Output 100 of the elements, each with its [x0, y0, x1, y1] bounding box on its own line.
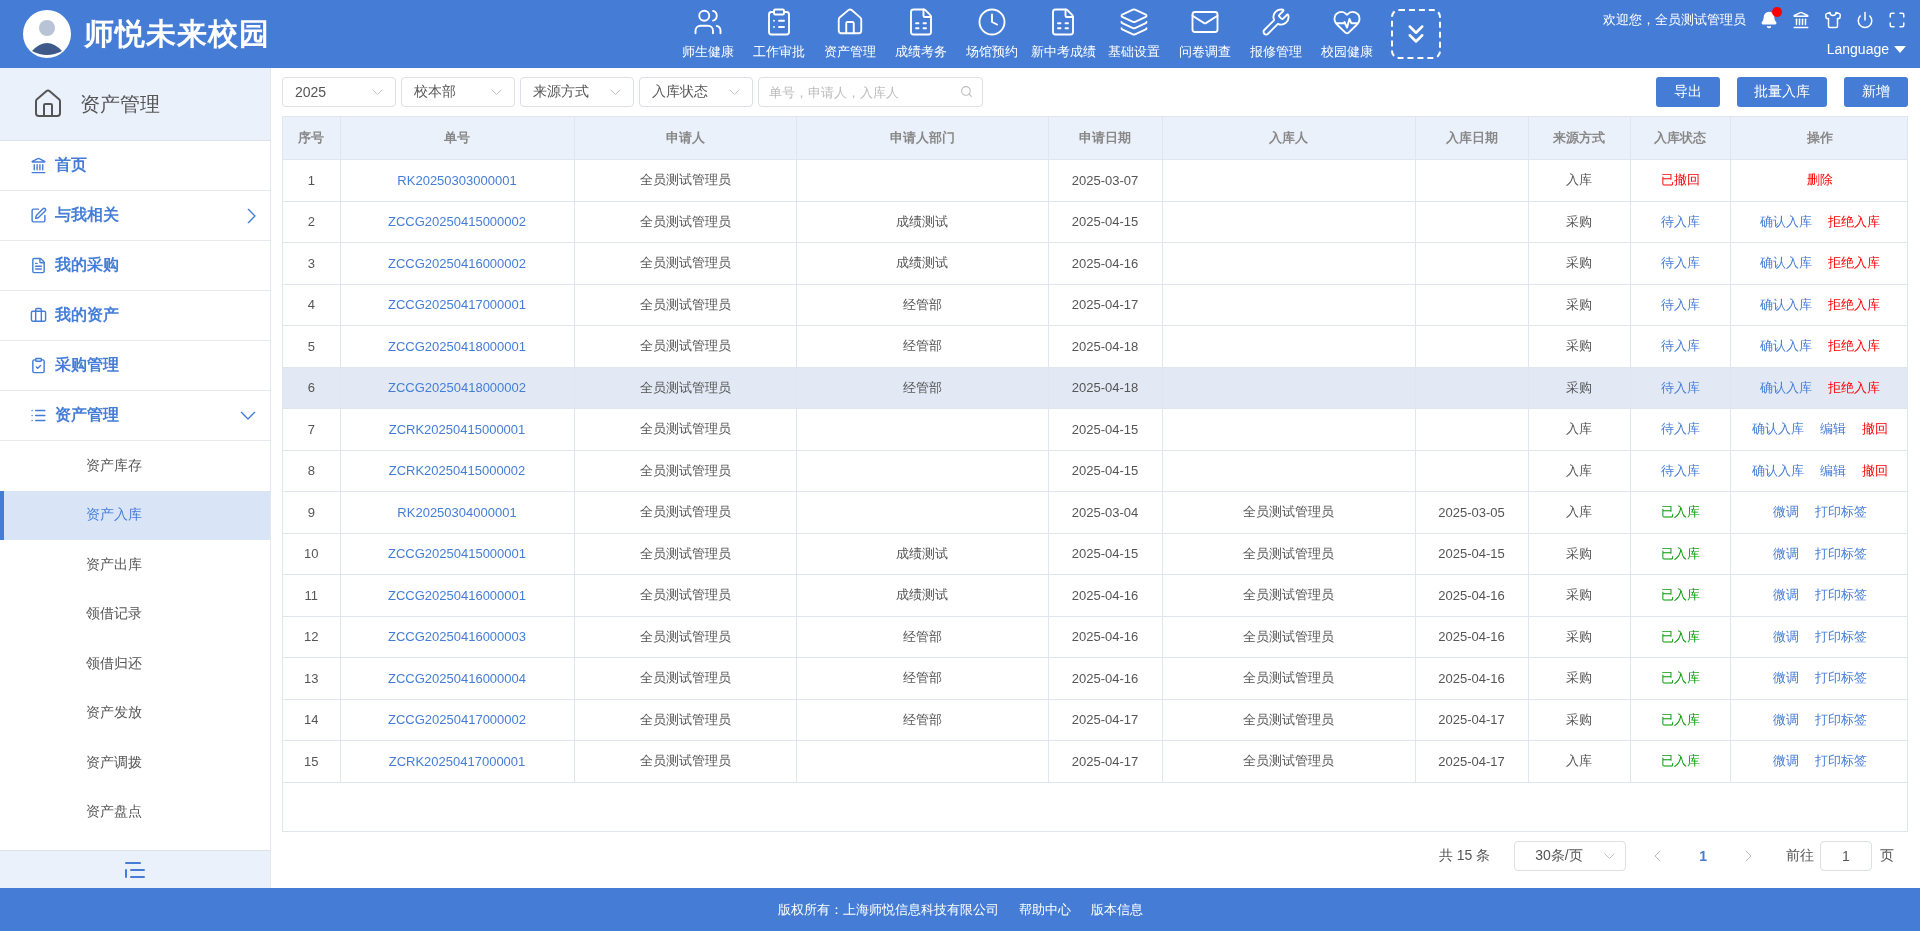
toolbar-button[interactable]: 批量入库	[1737, 77, 1827, 107]
order-link[interactable]: ZCRK20250417000001	[388, 753, 526, 769]
order-link[interactable]: ZCCG20250415000001	[387, 546, 527, 562]
nav-item[interactable]: 问卷调查	[1169, 7, 1241, 61]
action-link[interactable]: 确认入库	[1759, 337, 1812, 356]
order-link[interactable]: ZCRK20250415000002	[388, 463, 526, 479]
action-link[interactable]: 撤回	[1861, 461, 1888, 480]
action-link[interactable]: 微调	[1772, 627, 1799, 646]
order-link[interactable]: ZCCG20250415000002	[387, 214, 527, 230]
more-button[interactable]	[1390, 9, 1441, 59]
submenu-item[interactable]: 资产出库	[0, 540, 270, 590]
submenu-item[interactable]: 资产盘点	[0, 787, 270, 837]
table-row[interactable]: 10 ZCCG20250415000001 全员测试管理员 成绩测试 2025-04-15 全员测试管理员 2025-04-15 采购 已入库 微调 打印标签	[283, 533, 1907, 575]
table-row[interactable]: 5 ZCCG20250418000001 全员测试管理员 经管部 2025-04-18 采购 待入库 确认入库 拒绝入库	[283, 325, 1907, 367]
order-link[interactable]: ZCCG20250416000002	[387, 255, 527, 271]
table-row[interactable]: 4 ZCCG20250417000001 全员测试管理员 经管部 2025-04-17 采购 待入库 确认入库 拒绝入库	[283, 284, 1907, 326]
order-link[interactable]: ZCCG20250418000001	[387, 338, 527, 354]
action-link[interactable]: 拒绝入库	[1827, 337, 1880, 356]
table-row[interactable]: 13 ZCCG20250416000004 全员测试管理员 经管部 2025-04-16 全员测试管理员 2025-04-16 采购 已入库 微调 打印标签	[283, 657, 1907, 699]
action-link[interactable]: 拒绝入库	[1827, 254, 1880, 273]
action-link[interactable]: 微调	[1772, 752, 1799, 771]
action-link[interactable]: 删除	[1806, 171, 1833, 190]
table-row[interactable]: 3 ZCCG20250416000002 全员测试管理员 成绩测试 2025-04-16 采购 待入库 确认入库 拒绝入库	[283, 242, 1907, 284]
nav-item[interactable]: 成绩考务	[885, 7, 957, 61]
action-link[interactable]: 确认入库	[1759, 295, 1812, 314]
action-link[interactable]: 打印标签	[1814, 503, 1867, 522]
submenu-item[interactable]: 资产入库	[0, 490, 270, 540]
order-link[interactable]: ZCCG20250418000002	[387, 380, 527, 396]
action-link[interactable]: 打印标签	[1814, 544, 1867, 563]
filter-select[interactable]: 校本部	[401, 77, 515, 107]
action-link[interactable]: 打印标签	[1814, 752, 1867, 771]
sidebar-item[interactable]: 我的资产	[0, 291, 270, 341]
nav-item[interactable]: 基础设置	[1098, 7, 1170, 61]
sidebar-item[interactable]: 首页	[0, 141, 270, 191]
language-button[interactable]: Language	[1826, 41, 1906, 57]
bank-icon[interactable]	[1792, 11, 1810, 29]
order-link[interactable]: ZCCG20250416000003	[387, 629, 527, 645]
order-link[interactable]: ZCCG20250416000004	[387, 670, 527, 686]
table-row[interactable]: 6 ZCCG20250418000002 全员测试管理员 经管部 2025-04-18 采购 待入库 确认入库 拒绝入库	[283, 367, 1907, 409]
sidebar-item[interactable]: 我的采购	[0, 241, 270, 291]
page-size-select[interactable]: 30条/页	[1514, 841, 1627, 871]
nav-item[interactable]: 工作审批	[743, 7, 815, 61]
sidebar-item[interactable]: 资产管理	[0, 391, 270, 441]
action-link[interactable]: 确认入库	[1759, 254, 1812, 273]
page-number[interactable]: 1	[1675, 848, 1731, 864]
nav-item[interactable]: 报修管理	[1240, 7, 1312, 61]
submenu-item[interactable]: 资产库存	[0, 441, 270, 491]
power-icon[interactable]	[1856, 11, 1874, 29]
footer-link[interactable]: 帮助中心	[1018, 900, 1071, 919]
nav-item[interactable]: 新中考成绩	[1027, 7, 1099, 61]
toolbar-button[interactable]: 导出	[1656, 77, 1720, 107]
filter-select[interactable]: 入库状态	[639, 77, 753, 107]
goto-page-field[interactable]: 1	[1820, 841, 1872, 871]
nav-item[interactable]: 校园健康	[1311, 7, 1383, 61]
action-link[interactable]: 拒绝入库	[1827, 378, 1880, 397]
shirt-icon[interactable]	[1824, 11, 1842, 29]
submenu-item[interactable]: 领借记录	[0, 589, 270, 639]
nav-item[interactable]: 资产管理	[814, 7, 886, 61]
table-row[interactable]: 14 ZCCG20250417000002 全员测试管理员 经管部 2025-04-17 全员测试管理员 2025-04-17 采购 已入库 微调 打印标签	[283, 699, 1907, 741]
filter-select[interactable]: 2025	[282, 77, 396, 107]
nav-item[interactable]: 场馆预约	[956, 7, 1028, 61]
submenu-item[interactable]: 资产调拨	[0, 738, 270, 788]
submenu-item[interactable]: 资产发放	[0, 688, 270, 738]
footer-link[interactable]: 版本信息	[1090, 900, 1143, 919]
table-row[interactable]: 15 ZCRK20250417000001 全员测试管理员 2025-04-17 全员测试管理员 2025-04-17 入库 已入库 微调 打印标签	[283, 740, 1907, 782]
action-link[interactable]: 微调	[1772, 503, 1799, 522]
toolbar-button[interactable]: 新增	[1844, 77, 1908, 107]
action-link[interactable]: 拒绝入库	[1827, 212, 1880, 231]
nav-item[interactable]: 师生健康	[672, 7, 744, 61]
order-link[interactable]: ZCCG20250417000002	[387, 712, 527, 728]
action-link[interactable]: 确认入库	[1759, 378, 1812, 397]
action-link[interactable]: 确认入库	[1759, 212, 1812, 231]
action-link[interactable]: 撤回	[1861, 420, 1888, 439]
action-link[interactable]: 微调	[1772, 669, 1799, 688]
submenu-item[interactable]: 领借归还	[0, 639, 270, 689]
table-row[interactable]: 9 RK20250304000001 全员测试管理员 2025-03-04 全员测试管理员 2025-03-05 入库 已入库 微调 打印标签	[283, 491, 1907, 533]
table-row[interactable]: 11 ZCCG20250416000001 全员测试管理员 成绩测试 2025-04-16 全员测试管理员 2025-04-16 采购 已入库 微调 打印标签	[283, 574, 1907, 616]
order-link[interactable]: RK20250304000001	[397, 504, 517, 520]
table-row[interactable]: 1 RK20250303000001 全员测试管理员 2025-03-07 入库 已撤回 删除	[283, 159, 1907, 201]
fullscreen-icon[interactable]	[1888, 11, 1906, 29]
sidebar-item[interactable]: 采购管理	[0, 341, 270, 391]
action-link[interactable]: 编辑	[1819, 420, 1846, 439]
action-link[interactable]: 拒绝入库	[1827, 295, 1880, 314]
action-link[interactable]: 微调	[1772, 586, 1799, 605]
action-link[interactable]: 确认入库	[1751, 461, 1804, 480]
action-link[interactable]: 微调	[1772, 710, 1799, 729]
table-row[interactable]: 12 ZCCG20250416000003 全员测试管理员 经管部 2025-04-16 全员测试管理员 2025-04-16 采购 已入库 微调 打印标签	[283, 616, 1907, 658]
action-link[interactable]: 编辑	[1819, 461, 1846, 480]
table-row[interactable]: 2 ZCCG20250415000002 全员测试管理员 成绩测试 2025-04-15 采购 待入库 确认入库 拒绝入库	[283, 201, 1907, 243]
action-link[interactable]: 打印标签	[1814, 586, 1867, 605]
action-link[interactable]: 打印标签	[1814, 710, 1867, 729]
order-link[interactable]: ZCCG20250417000001	[387, 297, 527, 313]
table-row[interactable]: 8 ZCRK20250415000002 全员测试管理员 2025-04-15 入库 待入库 确认入库 编辑 撤回	[283, 450, 1907, 492]
action-link[interactable]: 微调	[1772, 544, 1799, 563]
order-link[interactable]: ZCRK20250415000001	[388, 421, 526, 437]
order-link[interactable]: ZCCG20250416000001	[387, 587, 527, 603]
action-link[interactable]: 打印标签	[1814, 669, 1867, 688]
filter-select[interactable]: 来源方式	[520, 77, 634, 107]
action-link[interactable]: 确认入库	[1751, 420, 1804, 439]
order-link[interactable]: RK20250303000001	[397, 172, 517, 188]
